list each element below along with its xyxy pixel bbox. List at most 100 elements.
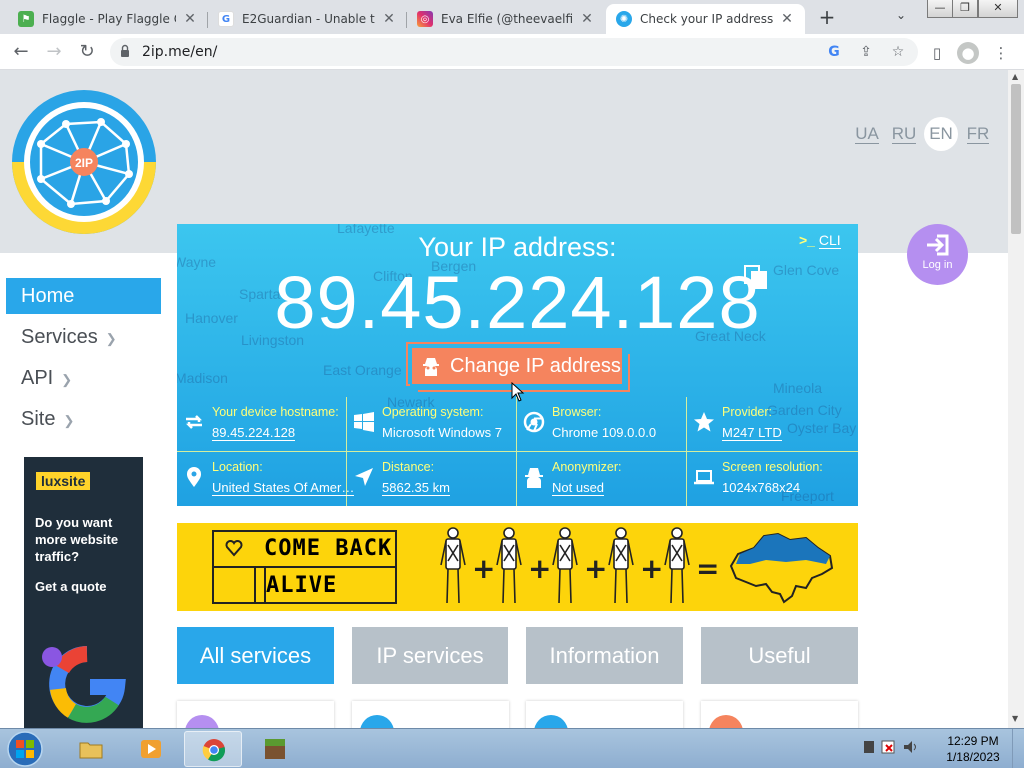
banner-divider: [254, 568, 256, 604]
tab-title: E2Guardian - Unable to lo: [242, 12, 375, 26]
lang-ru[interactable]: RU: [887, 117, 921, 151]
bookmark-star-icon[interactable]: ☆: [888, 42, 908, 62]
service-card[interactable]: [526, 701, 683, 728]
close-tab-icon[interactable]: ✕: [182, 11, 198, 27]
star-icon: [694, 412, 714, 432]
terminal-icon: >_: [799, 232, 815, 248]
come-back-alive-banner[interactable]: COME BACK ALIVE + + + + =: [177, 523, 858, 611]
info-label: Browser:: [552, 405, 602, 419]
close-tab-icon[interactable]: ✕: [779, 11, 795, 27]
forward-icon[interactable]: →: [42, 40, 66, 64]
info-value[interactable]: M247 LTD: [722, 425, 782, 441]
minecraft-icon: [265, 739, 285, 759]
advertisement[interactable]: luxsite Do you want more website traffic…: [24, 457, 143, 728]
scroll-down-icon[interactable]: ▼: [1012, 714, 1018, 723]
lang-fr[interactable]: FR: [961, 117, 995, 151]
tab-useful[interactable]: Useful: [701, 627, 858, 684]
chevron-down-icon: ❯: [63, 413, 75, 428]
navigation-arrow-icon: [355, 468, 373, 486]
share-icon[interactable]: ⇪: [856, 42, 876, 62]
page-scrollbar[interactable]: ▲ ▼: [1008, 70, 1024, 728]
info-label: Provider:: [722, 405, 773, 419]
minimize-button[interactable]: —: [927, 0, 953, 18]
close-window-button[interactable]: ✕: [978, 0, 1018, 18]
google-g-graphic: [42, 646, 126, 723]
change-ip-button[interactable]: Change IP address: [412, 348, 630, 392]
lang-en[interactable]: EN: [924, 117, 958, 151]
tab-2ip[interactable]: ✺ Check your IP address | 2 ✕: [606, 4, 805, 34]
web-page: 2IP UA RU EN FR Log in Home Services ❯ AP…: [0, 70, 1008, 728]
login-button[interactable]: Log in: [907, 224, 968, 285]
refresh-icon: [185, 415, 203, 429]
profile-icon[interactable]: ●: [957, 42, 979, 64]
nav-home[interactable]: Home: [6, 278, 161, 314]
side-panel-icon[interactable]: ▯: [926, 42, 948, 64]
info-value[interactable]: 5862.35 km: [382, 480, 450, 496]
info-value[interactable]: 89.45.224.128: [212, 425, 296, 441]
nav-api[interactable]: API ❯: [6, 360, 161, 396]
chrome-icon: [202, 739, 226, 762]
service-card[interactable]: [701, 701, 858, 728]
lock-icon: [121, 44, 129, 57]
tab-e2guardian[interactable]: G E2Guardian - Unable to lo ✕: [208, 4, 407, 34]
taskbar-clock[interactable]: 12:29 PM 1/18/2023: [936, 733, 1010, 765]
taskbar-minecraft[interactable]: [246, 731, 304, 767]
info-anonymizer: Anonymizer: Not used: [517, 452, 687, 506]
tab-title: Eva Elfie (@theevaelfie) •: [441, 12, 573, 26]
tab-instagram[interactable]: ◎ Eva Elfie (@theevaelfie) • ✕: [407, 4, 605, 34]
info-value[interactable]: Not used: [552, 480, 605, 496]
flaggle-icon: ⚑: [18, 11, 34, 27]
nav-services[interactable]: Services ❯: [6, 319, 161, 355]
back-icon[interactable]: ←: [9, 40, 33, 64]
taskbar-chrome[interactable]: [184, 731, 242, 767]
info-browser: Browser: Chrome 109.0.0.0: [517, 397, 687, 451]
media-player-icon: [141, 740, 161, 758]
tab-search-chevron-icon[interactable]: ⌄: [896, 8, 906, 22]
address-bar[interactable]: 2ip.me/en/ G ⇪ ☆: [110, 38, 918, 66]
scrollbar-thumb[interactable]: [1011, 84, 1021, 234]
map-label: Madison: [177, 370, 228, 386]
system-tray[interactable]: [862, 737, 922, 757]
cli-link[interactable]: >_ CLI: [799, 232, 841, 249]
ad-cta[interactable]: Get a quote: [35, 579, 107, 594]
lang-ua[interactable]: UA: [850, 117, 884, 151]
show-desktop-button[interactable]: [1012, 729, 1024, 768]
clock-date: 1/18/2023: [946, 750, 1000, 764]
tab-title: Check your IP address | 2: [640, 12, 773, 26]
info-provider: Provider: M247 LTD: [687, 397, 857, 451]
copy-icon[interactable]: [743, 264, 769, 290]
google-lens-icon[interactable]: G: [824, 42, 844, 62]
taskbar-explorer[interactable]: [62, 731, 120, 767]
ip-info-grid: Your device hostname: 89.45.224.128 Oper…: [177, 397, 858, 506]
ad-text: Do you want more website traffic?: [35, 515, 119, 564]
svg-text:+: +: [640, 552, 663, 585]
browser-toolbar: ← → ↻ 2ip.me/en/ G ⇪ ☆ ▯ ● ⋮: [0, 34, 1024, 70]
reload-icon[interactable]: ↻: [75, 40, 99, 64]
network-icon: [864, 741, 874, 753]
menu-kebab-icon[interactable]: ⋮: [990, 42, 1012, 64]
service-card[interactable]: [177, 701, 334, 728]
service-card[interactable]: [352, 701, 509, 728]
close-tab-icon[interactable]: ✕: [381, 11, 397, 27]
start-button[interactable]: [4, 730, 46, 768]
scroll-up-icon[interactable]: ▲: [1012, 72, 1018, 81]
tab-flaggle[interactable]: ⚑ Flaggle - Play Flaggle On ✕: [8, 4, 208, 34]
info-value: Microsoft Windows 7: [382, 425, 502, 440]
map-label: East Orange: [323, 362, 402, 378]
nav-site[interactable]: Site ❯: [6, 401, 161, 437]
tab-title: Flaggle - Play Flaggle On: [42, 12, 176, 26]
tab-information[interactable]: Information: [526, 627, 683, 684]
svg-text:+: +: [584, 552, 607, 585]
restore-button[interactable]: ❐: [952, 0, 978, 18]
close-tab-icon[interactable]: ✕: [579, 11, 595, 27]
2ip-logo[interactable]: 2IP: [11, 89, 157, 235]
ip-info-panel: Lafayette Wayne Bergen Glen Cove Sparta …: [177, 224, 858, 506]
new-tab-button[interactable]: +: [816, 6, 838, 28]
taskbar-media-player[interactable]: [122, 731, 180, 767]
info-value[interactable]: United States Of Amer…: [212, 480, 355, 496]
info-label: Anonymizer:: [552, 460, 622, 474]
tab-all-services[interactable]: All services: [177, 627, 334, 684]
tab-bar: ⚑ Flaggle - Play Flaggle On ✕ G E2Guardi…: [0, 0, 1024, 34]
tab-ip-services[interactable]: IP services: [352, 627, 508, 684]
url-text[interactable]: 2ip.me/en/: [142, 44, 217, 60]
